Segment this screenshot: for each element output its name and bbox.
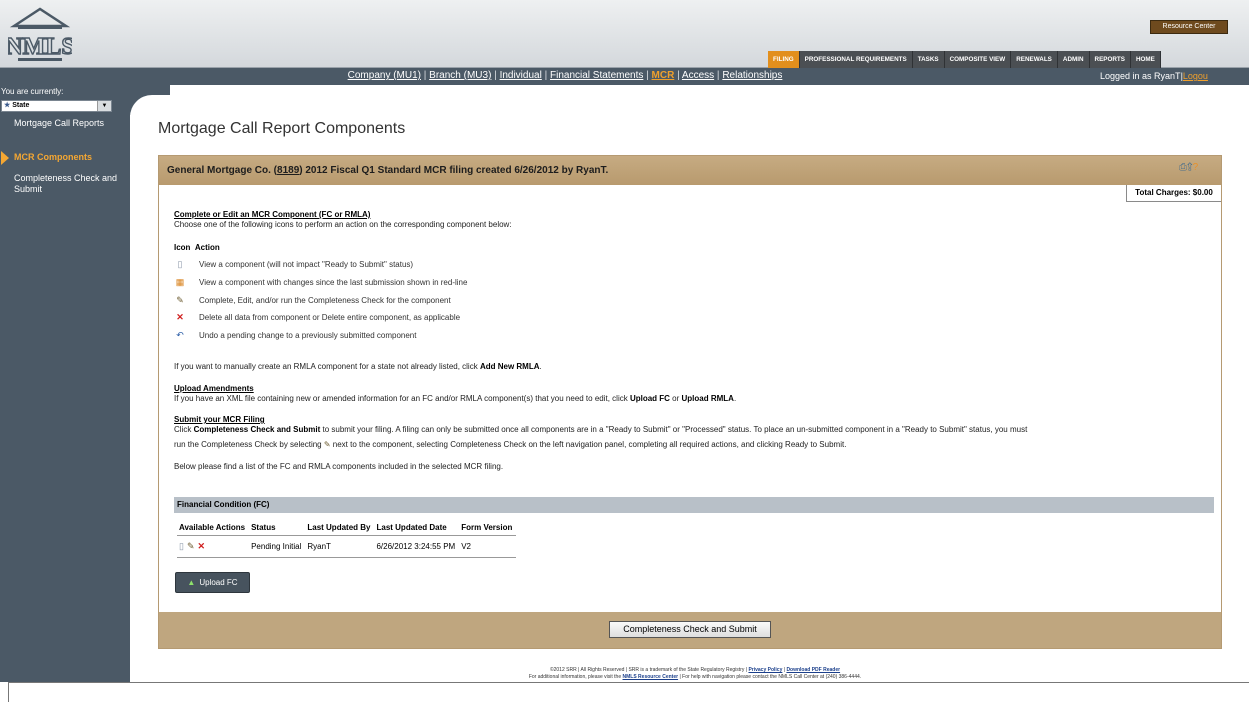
submit-filing-text-2: run the Completeness Check by selecting … (174, 440, 847, 449)
document-icon: ▯ (177, 259, 183, 269)
redline-grid-icon: ▦ (175, 277, 185, 287)
row-status: Pending Initial (249, 535, 306, 558)
complete-edit-heading: Complete or Edit an MCR Component (FC or… (174, 210, 371, 219)
subnav-financial-statements[interactable]: Financial Statements (550, 70, 643, 81)
row-updated-date: 6/26/2012 3:24:55 PM (374, 535, 460, 558)
subnav-separator: | (541, 70, 550, 81)
tab-reports[interactable]: REPORTS (1089, 51, 1131, 68)
main-tabs: FILING PROFESSIONAL REQUIREMENTS TASKS C… (768, 51, 1161, 68)
sidebar-item-mcr-components[interactable]: MCR Components (14, 152, 126, 163)
financial-condition-heading: Financial Condition (FC) (174, 497, 1214, 513)
print-icon[interactable]: ⎙ (1179, 162, 1187, 173)
tab-tasks[interactable]: TASKS (912, 51, 945, 68)
nmls-resource-center-link[interactable]: NMLS Resource Center (623, 674, 679, 680)
edit-icon: ✎ (323, 440, 331, 449)
left-divider (8, 682, 9, 702)
sidebar-item-mortgage-call-reports[interactable]: Mortgage Call Reports (14, 118, 126, 129)
app-window: NMLS Resource Center FILING PROFESSIONAL… (0, 0, 1249, 702)
currently-label: You are currently: (1, 87, 64, 96)
tab-filing[interactable]: FILING (768, 51, 800, 68)
subnav-access[interactable]: Access (682, 70, 714, 81)
resource-center-button[interactable]: Resource Center (1150, 20, 1228, 34)
upload-fc-button[interactable]: ▲ Upload FC (175, 572, 250, 593)
upload-amendments-text: If you have an XML file containing new o… (174, 394, 737, 403)
help-icon[interactable]: ? (1193, 162, 1199, 173)
subnav-mcr[interactable]: MCR (652, 70, 675, 81)
chevron-down-icon[interactable]: ▼ (97, 101, 111, 111)
subnav-relationships[interactable]: Relationships (722, 70, 782, 81)
subnav-separator: | (674, 70, 682, 81)
edit-icon: ✎ (176, 295, 184, 305)
action-edit: ✎ Complete, Edit, and/or run the Complete… (174, 295, 450, 306)
top-header: NMLS Resource Center FILING PROFESSIONAL… (0, 0, 1249, 68)
bottom-divider (8, 682, 1249, 683)
logged-in-status: Logged in as RyanT|Logou (1100, 71, 1208, 81)
subnav-branch-mu3[interactable]: Branch (MU3) (429, 70, 491, 81)
logged-in-text: Logged in as RyanT (1100, 71, 1181, 81)
row-form-version: V2 (459, 535, 517, 558)
action-redline: ▦ View a component with changes since the… (175, 277, 468, 287)
table-row: ▯ ✎ ✕ Pending Initial RyanT 6/26/2012 3:24… (177, 535, 517, 558)
tab-home[interactable]: HOME (1130, 51, 1161, 68)
subnav-separator: | (643, 70, 652, 81)
panel-title: General Mortgage Co. (8189) 2012 Fiscal … (167, 165, 609, 176)
subnav-company-mu1[interactable]: Company (MU1) (348, 70, 421, 81)
column-status: Status (249, 520, 306, 536)
subnav-individual[interactable]: Individual (500, 70, 542, 81)
panel-header: General Mortgage Co. (8189) 2012 Fiscal … (159, 156, 1221, 185)
filing-panel: General Mortgage Co. (8189) 2012 Fiscal … (158, 155, 1222, 649)
company-number-link[interactable]: 8189 (277, 165, 299, 176)
upload-arrow-icon: ▲ (187, 578, 196, 587)
delete-icon[interactable]: ✕ (198, 541, 206, 551)
role-select[interactable]: ★ State ▼ (1, 100, 112, 112)
page-title: Mortgage Call Report Components (158, 120, 406, 137)
column-available-actions: Available Actions (177, 520, 250, 536)
row-updated-by: RyanT (305, 535, 375, 558)
tab-renewals[interactable]: RENEWALS (1011, 51, 1058, 68)
total-charges: Total Charges: $0.00 (1126, 185, 1221, 202)
edit-icon[interactable]: ✎ (187, 541, 195, 551)
role-select-value: State (12, 102, 30, 109)
upload-amendments-heading: Upload Amendments (174, 384, 254, 393)
logout-link[interactable]: Logou (1183, 71, 1208, 81)
subnav-separator: | (491, 70, 500, 81)
action-view: ▯ View a component (will not impact "Read… (174, 259, 414, 270)
nmls-logo[interactable]: NMLS (8, 6, 72, 64)
panel-footer: Completeness Check and Submit (159, 612, 1221, 648)
column-last-updated-by: Last Updated By (305, 520, 375, 536)
document-icon[interactable]: ▯ (179, 541, 184, 551)
panel-header-icons: ⎙⇪? (1179, 162, 1198, 173)
star-icon: ★ (4, 102, 11, 109)
delete-icon: ✕ (176, 312, 184, 322)
privacy-policy-link[interactable]: Privacy Policy (748, 667, 782, 673)
completeness-check-submit-button[interactable]: Completeness Check and Submit (609, 621, 771, 638)
complete-edit-text: Choose one of the following icons to per… (174, 220, 512, 229)
subnav-separator: | (421, 70, 430, 81)
tab-admin[interactable]: ADMIN (1057, 51, 1090, 68)
column-form-version: Form Version (459, 520, 517, 536)
add-new-rmla-term: Add New RMLA (479, 362, 540, 371)
page-footer: ©2012 SRR | All Rights Reserved | SRR is… (528, 667, 862, 680)
tab-composite-view[interactable]: COMPOSITE VIEW (944, 51, 1012, 68)
rmla-instructions: If you want to manually create an RMLA c… (174, 362, 542, 371)
row-actions: ▯ ✎ ✕ (177, 535, 250, 558)
column-last-updated-date: Last Updated Date (374, 520, 460, 536)
submit-filing-heading: Submit your MCR Filing (174, 415, 265, 424)
download-pdf-reader-link[interactable]: Download PDF Reader (786, 667, 840, 673)
filing-subnav: Company (MU1) | Branch (MU3) | Individua… (270, 70, 860, 81)
action-delete: ✕ Delete all data from component or Delet… (174, 312, 460, 323)
component-list-text: Below please find a list of the FC and R… (174, 462, 504, 471)
fc-components-table: Available Actions Status Last Updated By… (177, 520, 517, 558)
undo-icon: ↶ (176, 330, 184, 340)
icon-action-header: Icon Action (174, 243, 220, 252)
action-undo: ↶ Undo a pending change to a previously s… (174, 330, 416, 341)
tab-professional-requirements[interactable]: PROFESSIONAL REQUIREMENTS (799, 51, 913, 68)
logo-text: NMLS (8, 34, 72, 60)
active-arrow-icon (1, 151, 9, 165)
sidebar-item-completeness-check[interactable]: Completeness Check and Submit (14, 173, 126, 195)
submit-filing-text-1: Click Completeness Check and Submit to s… (174, 425, 1028, 434)
